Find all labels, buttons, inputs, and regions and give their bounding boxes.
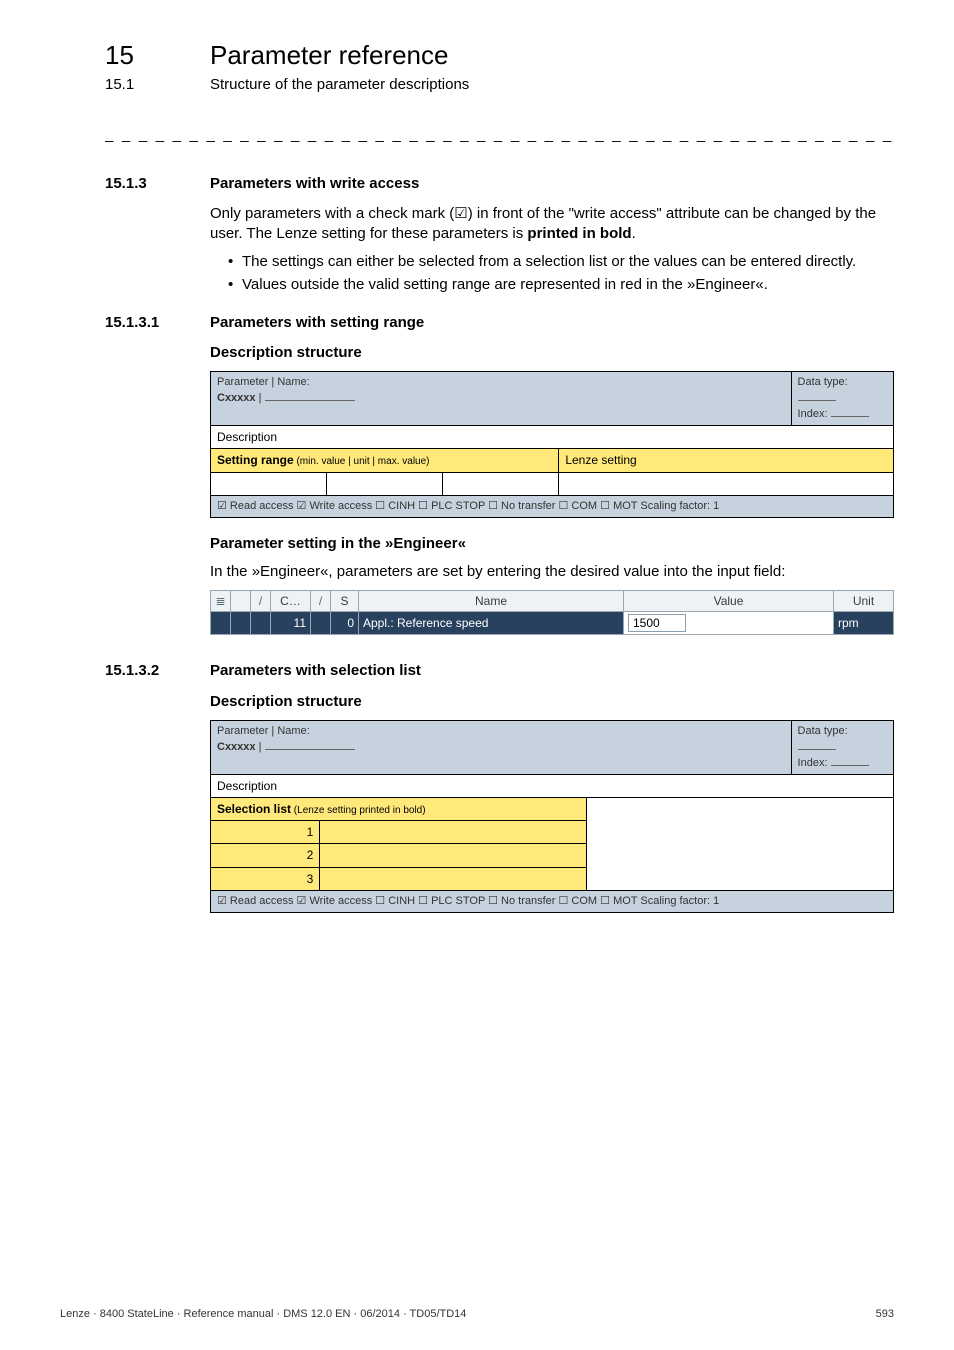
data-type-label: Data type: (798, 376, 848, 388)
engineer-cell[interactable] (251, 612, 271, 635)
param-setting-text: In the »Engineer«, parameters are set by… (210, 562, 894, 582)
selection-row-num: 1 (211, 821, 320, 844)
index-label: Index: (798, 408, 828, 420)
cxxxxx-label: Cxxxxx (217, 392, 256, 404)
engineer-cell-c[interactable]: 11 (271, 612, 311, 635)
selection-main: Selection list (217, 802, 291, 816)
description-table-setting-range: Parameter | Name: Cxxxxx | Data type: In… (210, 371, 894, 517)
description-structure-heading: Description structure (210, 343, 894, 363)
check-mark-icon: ☑ (454, 205, 467, 222)
engineer-col-unit[interactable]: Unit (834, 591, 894, 612)
blank-line (831, 406, 869, 417)
heading-15-1-3-2-num: 15.1.3.2 (105, 661, 210, 681)
subchapter-title: Structure of the parameter descriptions (210, 75, 469, 95)
engineer-col-c[interactable]: C… (271, 591, 311, 612)
blank-line (798, 739, 836, 750)
cxxxxx-label: Cxxxxx (217, 741, 256, 753)
bullet-list: The settings can either be selected from… (228, 252, 894, 295)
setting-range-main: Setting range (217, 453, 294, 467)
bold-phrase: printed in bold (527, 225, 631, 242)
selection-row-text (320, 821, 586, 844)
subchapter-number: 15.1 (105, 75, 210, 95)
selection-row-num: 3 (211, 867, 320, 890)
engineer-col-icon[interactable] (231, 591, 251, 612)
para-text: . (632, 225, 636, 242)
selection-row-num: 2 (211, 844, 320, 867)
engineer-cell-unit: rpm (834, 612, 894, 635)
engineer-col-icon[interactable]: / (311, 591, 331, 612)
engineer-cell-value[interactable]: 1500 (624, 612, 834, 635)
blank-line (798, 390, 836, 401)
engineer-cell[interactable] (211, 612, 231, 635)
param-name-label: Parameter | Name: (217, 725, 310, 737)
selection-blank-area (586, 797, 893, 890)
engineer-col-s[interactable]: S (331, 591, 359, 612)
engineer-col-icon[interactable]: / (251, 591, 271, 612)
param-setting-heading: Parameter setting in the »Engineer« (210, 534, 894, 554)
data-type-cell: Data type: Index: (791, 720, 893, 774)
paragraph-write-access: Only parameters with a check mark (☑) in… (210, 204, 894, 245)
lenze-setting-header: Lenze setting (559, 449, 894, 473)
footer-page-number: 593 (876, 1307, 894, 1322)
blank-line (831, 755, 869, 766)
engineer-col-value[interactable]: Value (624, 591, 834, 612)
description-table-selection-list: Parameter | Name: Cxxxxx | Data type: In… (210, 720, 894, 913)
blank-line (265, 390, 355, 401)
engineer-cell[interactable] (311, 612, 331, 635)
index-label: Index: (798, 757, 828, 769)
heading-15-1-3-1-title: Parameters with setting range (210, 313, 424, 333)
description-row: Description (211, 774, 894, 797)
empty-cell (327, 472, 443, 495)
heading-15-1-3-title: Parameters with write access (210, 174, 419, 194)
empty-cell (559, 472, 894, 495)
setting-range-sub: (min. value | unit | max. value) (294, 456, 430, 467)
selection-row-text (320, 844, 586, 867)
value-input[interactable]: 1500 (628, 614, 686, 632)
engineer-grid: ≣ / C… / S Name Value Unit 11 0 Appl.: R… (210, 590, 894, 635)
param-name-label: Parameter | Name: (217, 376, 310, 388)
attributes-row: ☑ Read access ☑ Write access ☐ CINH ☐ PL… (211, 495, 894, 517)
heading-15-1-3-2-title: Parameters with selection list (210, 661, 421, 681)
selection-list-header: Selection list (Lenze setting printed in… (211, 797, 587, 821)
chapter-number: 15 (105, 38, 210, 73)
description-row: Description (211, 425, 894, 448)
engineer-cell[interactable] (231, 612, 251, 635)
engineer-cell-s[interactable]: 0 (331, 612, 359, 635)
attributes-row: ☑ Read access ☑ Write access ☐ CINH ☐ PL… (211, 890, 894, 912)
description-structure-heading: Description structure (210, 692, 894, 712)
bullet-item: The settings can either be selected from… (228, 252, 894, 272)
separator-dashes: _ _ _ _ _ _ _ _ _ _ _ _ _ _ _ _ _ _ _ _ … (105, 125, 894, 145)
heading-15-1-3-1-num: 15.1.3.1 (105, 313, 210, 333)
footer-left: Lenze · 8400 StateLine · Reference manua… (60, 1307, 466, 1322)
engineer-col-icon[interactable]: ≣ (211, 591, 231, 612)
data-type-label: Data type: (798, 725, 848, 737)
para-text: Only parameters with a check mark ( (210, 205, 454, 222)
engineer-col-name[interactable]: Name (359, 591, 624, 612)
blank-line (265, 739, 355, 750)
selection-row-text (320, 867, 586, 890)
chapter-title: Parameter reference (210, 38, 448, 73)
data-type-cell: Data type: Index: (791, 372, 893, 426)
empty-cell (443, 472, 559, 495)
selection-sub: (Lenze setting printed in bold) (291, 805, 426, 816)
bullet-item: Values outside the valid setting range a… (228, 275, 894, 295)
empty-cell (211, 472, 327, 495)
setting-range-header: Setting range (min. value | unit | max. … (211, 449, 559, 473)
engineer-cell-name[interactable]: Appl.: Reference speed (359, 612, 624, 635)
param-name-cell: Parameter | Name: Cxxxxx | (211, 720, 792, 774)
heading-15-1-3-num: 15.1.3 (105, 174, 210, 194)
param-name-cell: Parameter | Name: Cxxxxx | (211, 372, 792, 426)
